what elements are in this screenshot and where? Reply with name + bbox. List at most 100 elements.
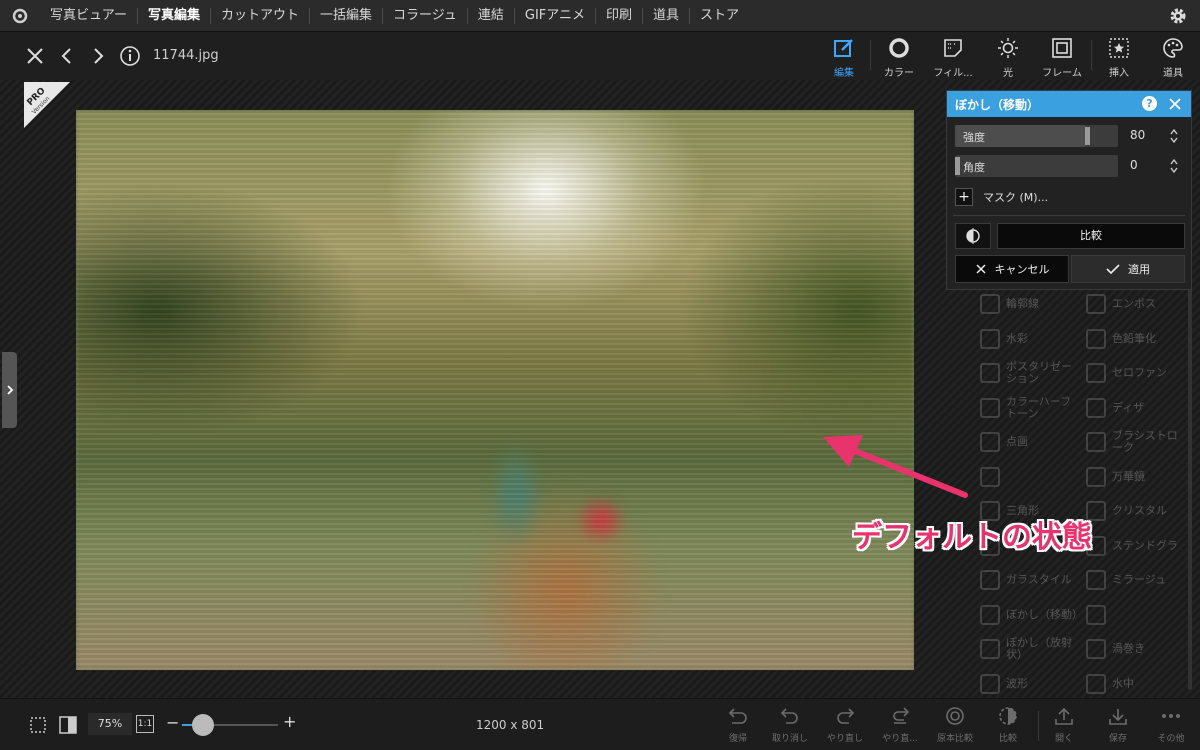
tool-filter[interactable]: フィル... (925, 36, 981, 80)
open-button[interactable]: 開く (1041, 705, 1087, 749)
close-icon[interactable] (1167, 96, 1183, 112)
sidebar-toggle[interactable] (2, 352, 17, 428)
effect-item[interactable]: 水彩 (974, 321, 1079, 357)
redo-button[interactable]: やり直し (822, 705, 868, 749)
effect-item[interactable]: 渦巻き (1080, 631, 1185, 667)
tools-icon (1161, 36, 1185, 60)
effect-item[interactable]: ブラシストローク (1080, 424, 1185, 460)
strength-slider[interactable]: 強度 (955, 125, 1118, 147)
compare-action-button[interactable]: 比較 (985, 705, 1031, 749)
effect-item[interactable]: ガラスタイル (974, 562, 1079, 598)
cancel-button[interactable]: キャンセル (955, 255, 1069, 283)
menu-cutout[interactable]: カットアウト (209, 7, 309, 24)
effect-item[interactable] (1080, 597, 1185, 633)
zoom-in-button[interactable]: + (283, 712, 296, 731)
strength-value[interactable]: 80 (1130, 128, 1145, 142)
menu-combine[interactable]: 連結 (466, 7, 514, 24)
effect-item[interactable]: ぼかし（放射状） (974, 631, 1079, 667)
menu-print[interactable]: 印刷 (595, 7, 642, 24)
app-logo-icon[interactable] (0, 0, 40, 32)
effect-item[interactable]: ポスタリゼーション (974, 355, 1079, 391)
color-icon (887, 36, 911, 60)
menu-gif-animation[interactable]: GIFアニメ (513, 7, 595, 24)
menu-photo-viewer[interactable]: 写真ビュアー (40, 8, 137, 24)
effect-label: クリスタル (1112, 504, 1167, 517)
zoom-slider-handle[interactable] (192, 714, 215, 736)
effect-label: 波形 (1006, 676, 1028, 690)
effect-item[interactable]: カラーハーフトーン (974, 390, 1079, 426)
zoom-out-button[interactable]: − (166, 713, 179, 732)
tool-insert[interactable]: 挿入 (1091, 36, 1147, 80)
save-button[interactable]: 保存 (1095, 705, 1141, 749)
angle-value[interactable]: 0 (1130, 158, 1138, 172)
effect-item[interactable]: 点画 (974, 424, 1079, 460)
tool-light[interactable]: 光 (980, 36, 1036, 80)
help-icon[interactable]: ? (1142, 96, 1157, 111)
apply-button[interactable]: 適用 (1071, 255, 1185, 283)
stepper-icon[interactable] (1169, 157, 1179, 175)
mask-row[interactable]: + マスク (M)... (955, 187, 1048, 207)
effect-item[interactable]: ディザ (1080, 390, 1185, 426)
photo-preview[interactable] (76, 110, 914, 670)
actual-size-button[interactable]: 1:1 (136, 715, 154, 733)
effect-item[interactable]: 波形 (974, 666, 1079, 702)
effect-item[interactable]: ミラージュ (1080, 562, 1185, 598)
effect-item[interactable]: クリスタル (1080, 493, 1185, 529)
effect-item[interactable]: 色鉛筆化 (1080, 321, 1185, 357)
tool-color-label: カラー (884, 68, 914, 79)
more-icon (1160, 705, 1182, 727)
effect-label: ポスタリゼーション (1006, 360, 1072, 385)
tool-frame[interactable]: フレーム (1034, 36, 1090, 80)
compare-button[interactable]: 比較 (997, 223, 1185, 249)
tool-edit[interactable]: 編集 (816, 36, 872, 80)
gear-icon[interactable] (1168, 6, 1188, 26)
filter-icon (941, 36, 965, 60)
selection-icon[interactable] (28, 715, 48, 735)
effect-label: 色鉛筆化 (1112, 331, 1156, 345)
zoom-level[interactable]: 75% (88, 713, 132, 735)
tool-color[interactable]: カラー (871, 36, 927, 80)
effect-item[interactable]: セロファン (1080, 355, 1185, 391)
menu-bar: 写真ビュアー 写真編集 カットアウト 一括編集 コラージュ 連結 GIFアニメ … (0, 0, 1200, 32)
mask-label[interactable]: マスク (M)... (983, 189, 1048, 205)
menu-photo-edit[interactable]: 写真編集 (136, 7, 210, 24)
compare-toggle-button[interactable] (955, 223, 991, 249)
close-icon[interactable] (23, 44, 47, 68)
effect-item[interactable] (974, 459, 1079, 495)
stepper-icon[interactable] (1169, 127, 1179, 145)
original-compare-button[interactable]: 原本比較 (932, 705, 978, 749)
effect-item[interactable]: 万華鏡 (1080, 459, 1185, 495)
revert-button[interactable]: 復帰 (715, 705, 761, 749)
menu-store[interactable]: ストア (689, 7, 749, 24)
effect-label: セロファン (1112, 366, 1167, 379)
more-button[interactable]: その他 (1148, 705, 1194, 749)
strength-slider-handle[interactable] (1085, 127, 1091, 145)
add-mask-icon[interactable]: + (955, 188, 973, 206)
effect-item[interactable]: 輪郭線 (974, 286, 1079, 322)
angle-slider[interactable]: 角度 (955, 155, 1118, 177)
undo-label: 取り消し (771, 734, 808, 744)
save-label: 保存 (1108, 734, 1127, 744)
tool-frame-label: フレーム (1042, 68, 1082, 79)
tool-edit-label: 編集 (834, 68, 854, 79)
effect-item[interactable]: ステンドグラ (1080, 528, 1185, 564)
angle-slider-handle[interactable] (955, 157, 960, 175)
compare-icon (966, 228, 980, 244)
angle-label: 角度 (963, 161, 985, 174)
undo-button[interactable]: 取り消し (767, 705, 813, 749)
menu-tools[interactable]: 道具 (642, 7, 689, 24)
effect-item[interactable]: ぼかし（移動） (974, 597, 1083, 633)
tool-tools[interactable]: 道具 (1145, 36, 1200, 80)
compare-view-icon[interactable] (58, 715, 78, 735)
chevron-right-icon[interactable] (86, 44, 110, 68)
tool-light-label: 光 (1003, 68, 1013, 79)
effect-item[interactable]: 水中 (1080, 666, 1185, 702)
effect-item[interactable]: エンボス (1080, 286, 1185, 322)
chevron-left-icon[interactable] (55, 44, 79, 68)
menu-batch-edit[interactable]: 一括編集 (309, 7, 382, 24)
redo-all-button[interactable]: やり直... (877, 705, 923, 749)
info-icon[interactable] (118, 44, 142, 68)
check-icon (1106, 264, 1120, 275)
effect-label: 点画 (1006, 435, 1028, 448)
menu-collage[interactable]: コラージュ (382, 7, 467, 24)
